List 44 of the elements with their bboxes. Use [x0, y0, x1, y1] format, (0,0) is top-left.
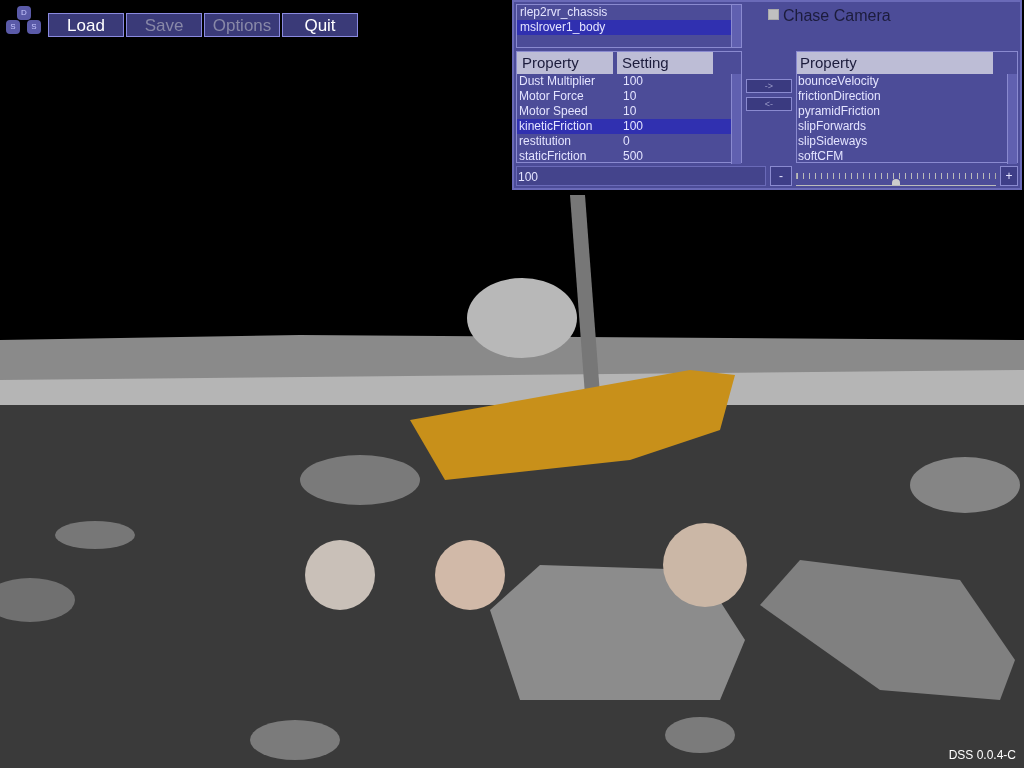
- table-row[interactable]: restitution 0: [517, 134, 731, 149]
- toolbar-button[interactable]: Load: [48, 13, 124, 37]
- table-row[interactable]: Motor Speed 10: [517, 104, 731, 119]
- property-item[interactable]: slipSideways: [797, 134, 1007, 149]
- table-cell-text: kineticFriction: [518, 119, 594, 134]
- version-label: DSS 0.0.4-C: [948, 747, 1016, 764]
- object-item[interactable]: mslrover1_body: [517, 20, 731, 35]
- column-header: Property: [797, 52, 993, 74]
- minus-button[interactable]: -: [770, 166, 792, 186]
- property-item[interactable]: pyramidFriction: [797, 104, 1007, 119]
- table-row[interactable]: kineticFriction 100: [517, 119, 731, 134]
- table-cell-text: 0: [622, 134, 630, 149]
- move-button[interactable]: ->: [746, 79, 792, 93]
- slider-thumb[interactable]: [892, 179, 900, 185]
- table-row[interactable]: staticFriction 500: [517, 149, 731, 164]
- property-item[interactable]: softCFM: [797, 149, 1007, 164]
- scrollbar[interactable]: [731, 5, 741, 47]
- move-button[interactable]: <-: [746, 97, 792, 111]
- column-header: Setting: [617, 52, 713, 74]
- plus-button[interactable]: +: [1000, 166, 1018, 186]
- table-cell-text: Dust Multiplier: [518, 74, 597, 89]
- table-cell-text: 500: [622, 149, 644, 164]
- scrollbar[interactable]: [731, 74, 741, 164]
- table-cell-text: restitution: [518, 134, 573, 149]
- table-cell-text: Motor Force: [518, 89, 585, 104]
- table-cell-text: 100: [622, 119, 644, 134]
- value-field[interactable]: 100: [516, 166, 766, 186]
- table-cell-text: Motor Speed: [518, 104, 589, 119]
- table-row[interactable]: Motor Force 10: [517, 89, 731, 104]
- table-row[interactable]: Dust Multiplier 100: [517, 74, 731, 89]
- table-cell-text: 100: [622, 74, 644, 89]
- checkbox-label: Chase Camera: [783, 6, 891, 26]
- checkbox[interactable]: [768, 9, 779, 20]
- toolbar-button[interactable]: Quit: [282, 13, 358, 37]
- table-cell-text: 10: [622, 104, 637, 119]
- property-item[interactable]: frictionDirection: [797, 89, 1007, 104]
- scrollbar[interactable]: [1007, 74, 1017, 164]
- object-item[interactable]: rlep2rvr_chassis: [517, 5, 731, 20]
- column-header: Property: [517, 52, 613, 74]
- table-cell-text: 10: [622, 89, 637, 104]
- property-item[interactable]: bounceVelocity: [797, 74, 1007, 89]
- property-item[interactable]: slipForwards: [797, 119, 1007, 134]
- table-cell-text: staticFriction: [518, 149, 588, 164]
- logo-drawing: D S S: [4, 5, 44, 36]
